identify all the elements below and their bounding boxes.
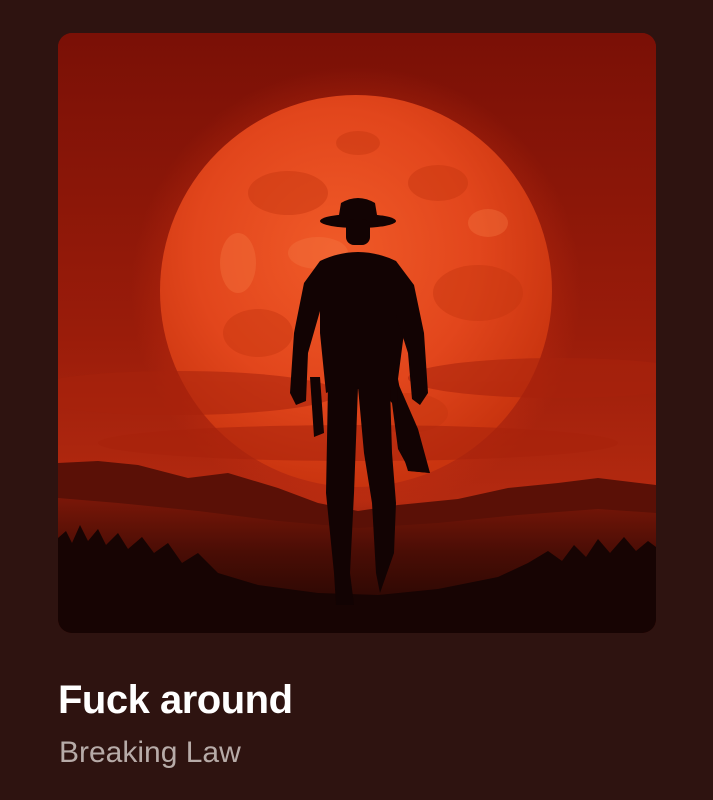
album-artwork[interactable]: [58, 33, 656, 633]
track-artist[interactable]: Breaking Law: [59, 736, 241, 770]
cowboy-moon-artwork-icon: [58, 33, 656, 633]
track-title: Fuck around: [58, 678, 293, 722]
